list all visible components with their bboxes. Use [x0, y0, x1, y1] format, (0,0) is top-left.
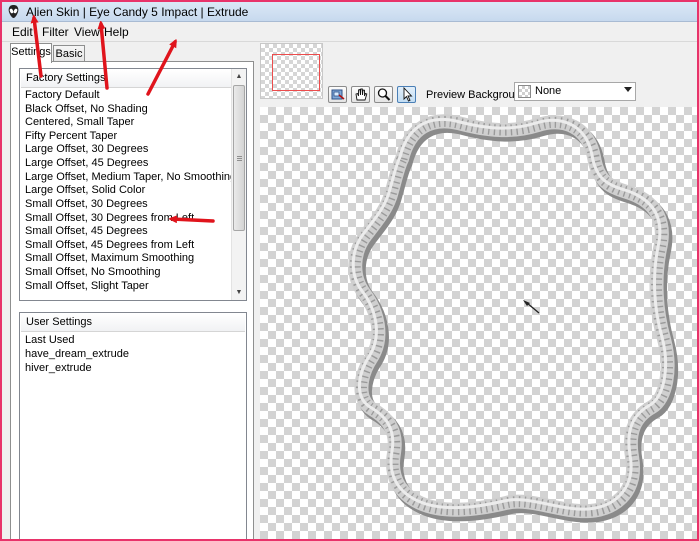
list-item[interactable]: Small Offset, No Smoothing: [25, 266, 161, 280]
list-item[interactable]: Small Offset, 30 Degrees: [25, 198, 148, 212]
list-item[interactable]: hiver_extrude: [25, 362, 92, 376]
scrollbar-thumb[interactable]: [233, 85, 245, 231]
list-item[interactable]: Large Offset, Medium Taper, No Smoothing: [25, 171, 236, 185]
zoom-tool-button[interactable]: [374, 86, 393, 103]
preview-canvas[interactable]: [260, 107, 697, 541]
menu-edit[interactable]: Edit: [12, 25, 33, 39]
window-title: Alien Skin | Eye Candy 5 Impact | Extrud…: [26, 5, 249, 19]
list-item[interactable]: Small Offset, 45 Degrees from Left: [25, 239, 194, 253]
preview-navigate-button[interactable]: [328, 86, 347, 103]
zoom-icon: [377, 88, 391, 101]
scroll-down-icon[interactable]: ▼: [232, 285, 246, 300]
menu-bar: Edit Filter View Help: [2, 22, 697, 42]
list-item[interactable]: Small Offset, Slight Taper: [25, 280, 149, 294]
preview-background-value: None: [535, 85, 562, 97]
arrow-tool-button[interactable]: [397, 86, 416, 103]
preview-navigate-icon: [331, 89, 345, 100]
list-item[interactable]: Large Offset, 45 Degrees: [25, 157, 148, 171]
list-item[interactable]: Small Offset, 30 Degrees from Left: [25, 212, 194, 226]
transparent-swatch-icon: [518, 85, 531, 98]
hand-tool-button[interactable]: [351, 86, 370, 103]
list-item[interactable]: Fifty Percent Taper: [25, 130, 117, 144]
list-item[interactable]: Small Offset, 45 Degrees: [25, 225, 148, 239]
tab-settings[interactable]: Settings: [10, 43, 52, 63]
preview-panel: Preview Background: None: [258, 43, 697, 541]
list-item[interactable]: Black Offset, No Shading: [25, 103, 148, 117]
hand-icon: [355, 88, 368, 101]
chevron-down-icon: [624, 87, 632, 92]
settings-tab-page: Factory Settings Factory Default Black O…: [10, 61, 254, 539]
factory-settings-header: Factory Settings: [21, 70, 232, 88]
list-item[interactable]: Factory Default: [25, 89, 100, 103]
arrow-cursor-icon: [403, 87, 413, 102]
list-item[interactable]: Large Offset, Solid Color: [25, 184, 145, 198]
app-window: Alien Skin | Eye Candy 5 Impact | Extrud…: [0, 0, 699, 541]
preview-cursor-icon: [526, 302, 540, 314]
scroll-up-icon[interactable]: ▲: [232, 69, 246, 84]
list-item[interactable]: Small Offset, Maximum Smoothing: [25, 252, 194, 266]
extruded-frame-preview: [260, 107, 697, 541]
factory-settings-list[interactable]: Factory Settings Factory Default Black O…: [19, 68, 247, 301]
user-settings-header: User Settings: [21, 314, 245, 332]
user-settings-list[interactable]: User Settings Last Used have_dream_extru…: [19, 312, 247, 539]
list-item[interactable]: have_dream_extrude: [25, 348, 129, 362]
menu-view[interactable]: View: [74, 25, 100, 39]
navigator-viewport-frame[interactable]: [272, 54, 320, 91]
list-item[interactable]: Large Offset, 30 Degrees: [25, 143, 148, 157]
menu-help[interactable]: Help: [104, 25, 129, 39]
alien-skin-icon: [8, 5, 19, 18]
list-item[interactable]: Last Used: [25, 334, 75, 348]
title-bar: Alien Skin | Eye Candy 5 Impact | Extrud…: [2, 2, 697, 22]
preview-background-select[interactable]: None: [514, 82, 636, 101]
menu-filter[interactable]: Filter: [42, 25, 69, 39]
list-item[interactable]: Centered, Small Taper: [25, 116, 134, 130]
navigator-thumbnail[interactable]: [260, 43, 323, 99]
factory-list-scrollbar[interactable]: ▲ ▼: [231, 69, 246, 300]
